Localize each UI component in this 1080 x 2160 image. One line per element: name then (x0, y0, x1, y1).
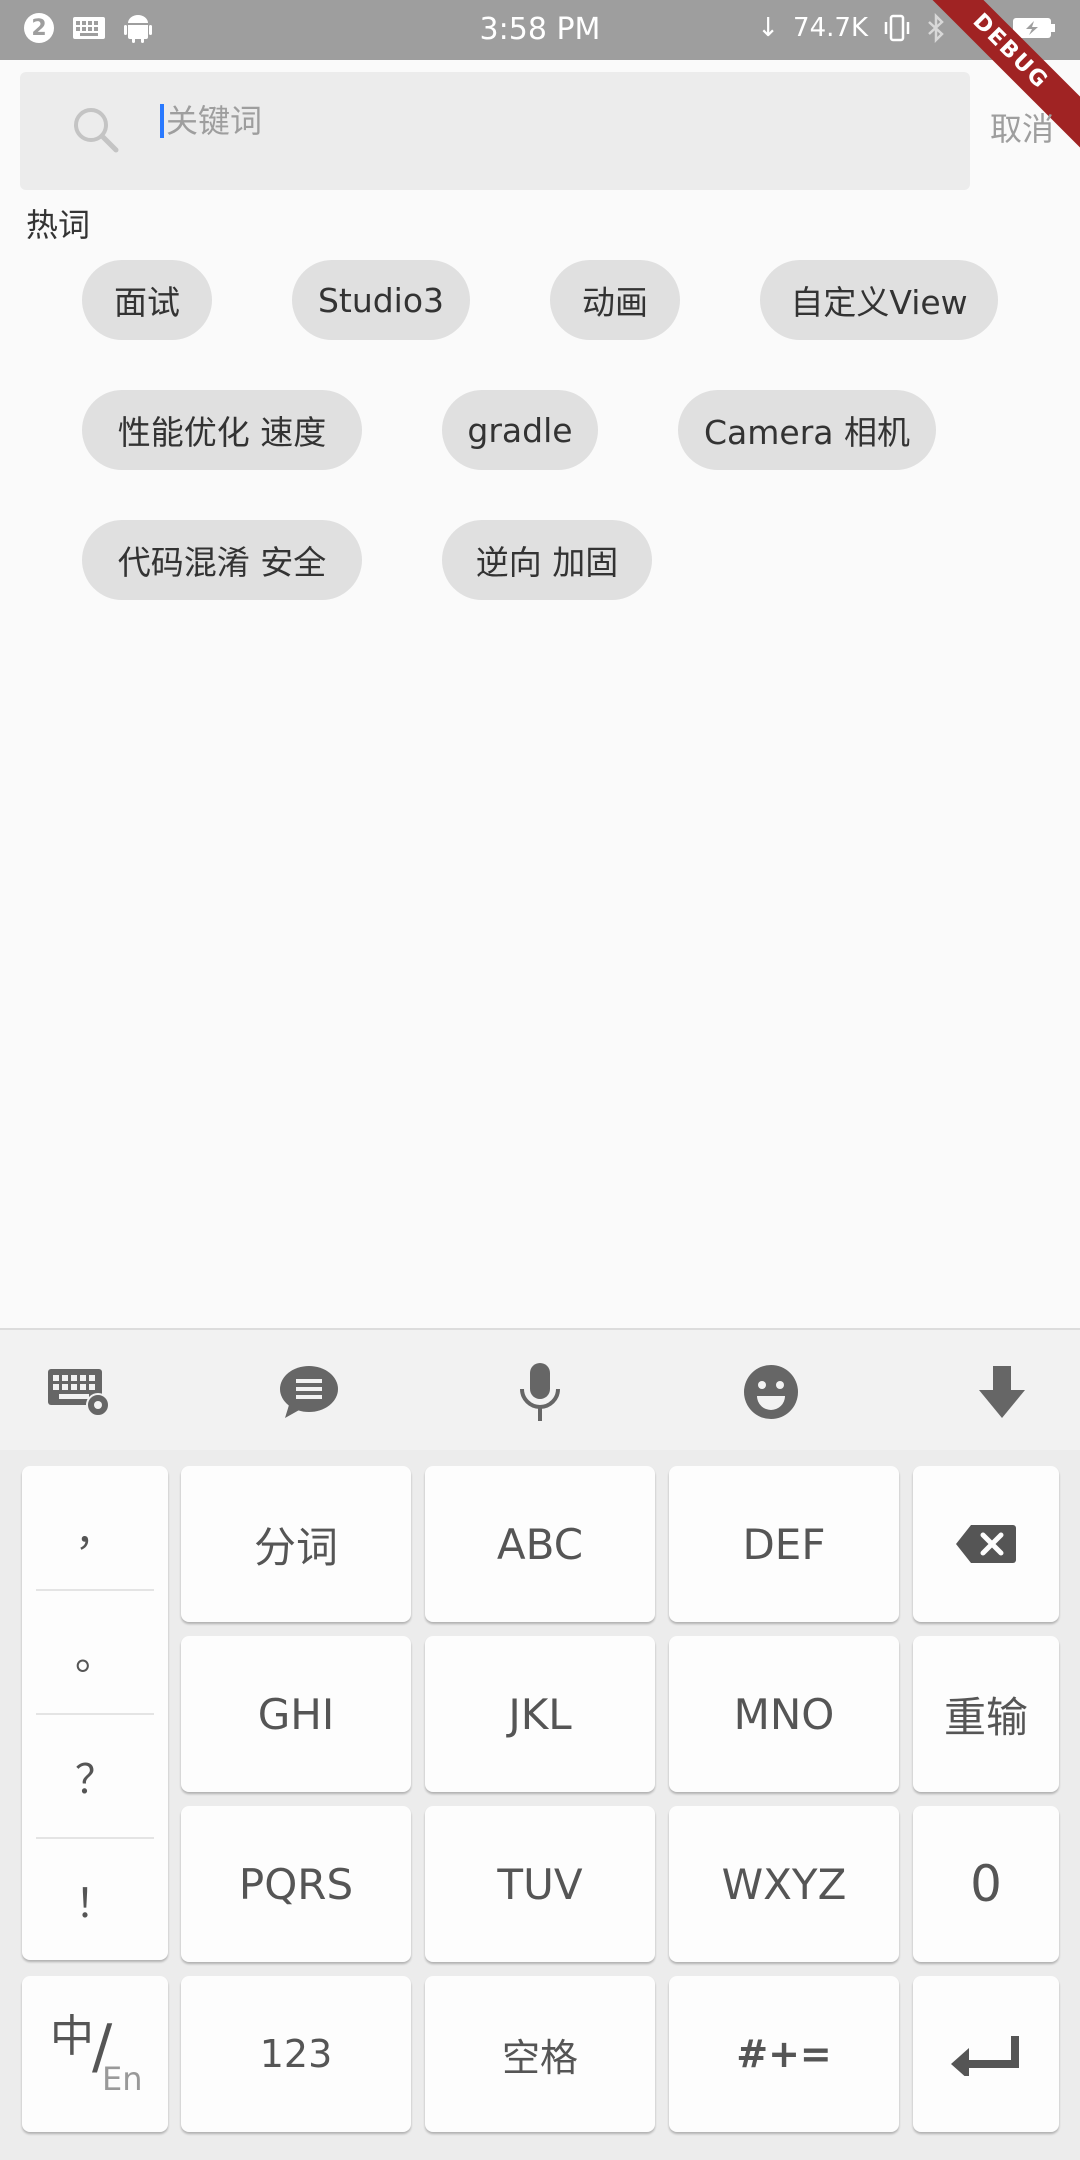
backspace-key[interactable] (913, 1466, 1059, 1622)
key-mno[interactable]: MNO (669, 1636, 899, 1792)
hot-word-chip[interactable]: 面试 (82, 260, 212, 340)
search-input[interactable] (160, 96, 946, 146)
download-speed-icon: ↓ (757, 13, 780, 43)
net-speed: 74.7K (793, 13, 868, 43)
keyboard-settings-button[interactable] (46, 1360, 110, 1424)
vibrate-icon (884, 14, 910, 42)
hot-word-chip[interactable]: 自定义View (760, 260, 998, 340)
collapse-keyboard-button[interactable] (970, 1360, 1034, 1424)
punctuation-column: ， 。 ？ ！ (22, 1466, 168, 1960)
hot-word-chip[interactable]: 代码混淆 安全 (82, 520, 362, 600)
punctuation-key[interactable]: ！ (22, 1838, 168, 1961)
key-abc[interactable]: ABC (425, 1466, 655, 1622)
cancel-button[interactable]: 取消 (990, 104, 1054, 150)
message-icon (280, 1366, 338, 1418)
space-key[interactable]: 空格 (425, 1976, 655, 2132)
punctuation-key[interactable]: ？ (22, 1714, 168, 1837)
key-jkl[interactable]: JKL (425, 1636, 655, 1792)
message-button[interactable] (277, 1360, 341, 1424)
hot-word-chip[interactable]: Studio3 (292, 260, 470, 340)
number-mode-key[interactable]: 123 (181, 1976, 411, 2132)
keyboard-toolbar (0, 1328, 1080, 1452)
backspace-icon (956, 1525, 1016, 1563)
hot-word-chip[interactable]: Camera 相机 (678, 390, 936, 470)
hot-word-chip[interactable]: 逆向 加固 (442, 520, 652, 600)
emoji-button[interactable] (739, 1360, 803, 1424)
bluetooth-icon (928, 13, 944, 43)
enter-icon (951, 2036, 1019, 2076)
key-def[interactable]: DEF (669, 1466, 899, 1622)
punctuation-key[interactable]: 。 (22, 1590, 168, 1713)
lang-sub-label: En (102, 2060, 143, 2098)
lang-main-label: 中 (50, 2011, 94, 2062)
key-segment[interactable]: 分词 (181, 1466, 411, 1622)
hot-word-chip[interactable]: 动画 (550, 260, 680, 340)
voice-input-button[interactable] (508, 1360, 572, 1424)
collapse-down-icon (979, 1366, 1025, 1418)
keyboard-settings-icon (48, 1369, 110, 1417)
search-icon (74, 108, 119, 153)
key-tuv[interactable]: TUV (425, 1806, 655, 1962)
enter-key[interactable] (913, 1976, 1059, 2132)
reinput-key[interactable]: 重输 (913, 1636, 1059, 1792)
key-zero[interactable]: 0 (913, 1806, 1059, 1962)
hot-word-chip[interactable]: 性能优化 速度 (82, 390, 362, 470)
status-bar: 2 3:58 PM ↓ 74.7K DEBUG (0, 0, 1080, 164)
hot-words-title: 热词 (26, 206, 91, 244)
language-switch-key[interactable]: 中 / En (22, 1976, 168, 2132)
hot-word-chip[interactable]: gradle (442, 390, 598, 470)
key-ghi[interactable]: GHI (181, 1636, 411, 1792)
key-wxyz[interactable]: WXYZ (669, 1806, 899, 1962)
emoji-icon (744, 1365, 798, 1419)
key-pqrs[interactable]: PQRS (181, 1806, 411, 1962)
symbol-mode-key[interactable]: #+= (669, 1976, 899, 2132)
punctuation-key[interactable]: ， (22, 1466, 168, 1589)
microphone-icon (520, 1363, 560, 1421)
text-cursor (160, 104, 164, 138)
